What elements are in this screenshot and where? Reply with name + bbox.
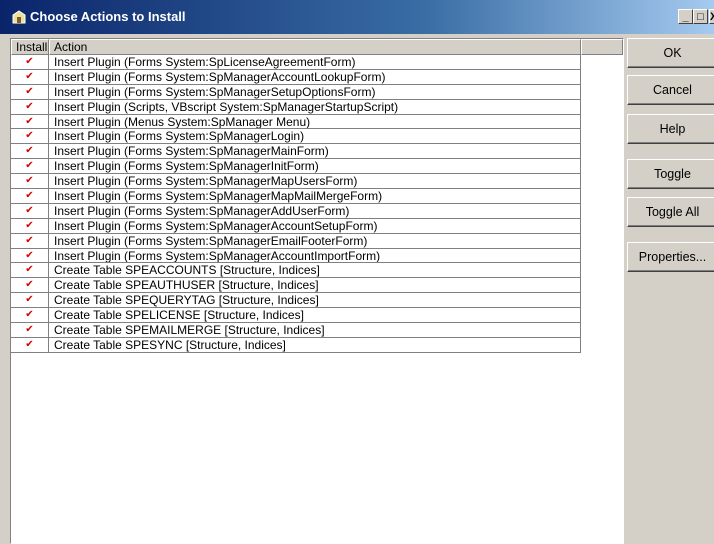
table-row[interactable]: ✔ Insert Plugin (Forms System:SpLicenseAg…: [11, 55, 581, 70]
action-label: Insert Plugin (Forms System:SpManagerMap…: [49, 189, 581, 203]
table-row[interactable]: ✔ Insert Plugin (Forms System:SpManagerMa…: [11, 144, 581, 160]
column-header-action[interactable]: Action: [49, 39, 581, 55]
action-label: Insert Plugin (Forms System:SpManagerMap…: [49, 174, 581, 189]
install-check-icon[interactable]: ✔: [11, 84, 49, 99]
action-label: Create Table SPEQUERYTAG [Structure, Ind…: [49, 293, 581, 308]
table-row[interactable]: ✔ Insert Plugin (Forms System:SpManagerAc…: [11, 69, 581, 85]
install-check-icon[interactable]: ✔: [11, 337, 49, 352]
action-label: Insert Plugin (Forms System:SpManagerEma…: [49, 233, 581, 248]
table-row[interactable]: ✔ Insert Plugin (Forms System:SpManagerSe…: [11, 84, 581, 100]
action-label: Insert Plugin (Menus System:SpManager Me…: [49, 114, 581, 129]
action-label: Insert Plugin (Forms System:SpManagerLog…: [49, 129, 581, 144]
install-check-icon[interactable]: ✔: [11, 263, 49, 278]
table-row[interactable]: ✔ Insert Plugin (Forms System:SpManagerMa…: [11, 174, 581, 190]
action-label: Create Table SPELICENSE [Structure, Indi…: [49, 308, 581, 323]
minimize-button[interactable]: _: [678, 9, 693, 24]
choose-actions-dialog: Choose Actions to Install _ □ X Install …: [0, 0, 714, 544]
install-check-icon[interactable]: ✔: [11, 189, 49, 203]
install-check-icon[interactable]: ✔: [11, 144, 49, 159]
table-row[interactable]: ✔ Create Table SPEMAILMERGE [Structure, I…: [11, 323, 581, 338]
table-row[interactable]: ✔ Insert Plugin (Forms System:SpManagerAc…: [11, 248, 581, 264]
install-check-icon[interactable]: ✔: [11, 323, 49, 337]
table-row[interactable]: ✔ Create Table SPEACCOUNTS [Structure, In…: [11, 263, 581, 279]
table-row[interactable]: ✔ Insert Plugin (Forms System:SpManagerMa…: [11, 189, 581, 204]
table-row[interactable]: ✔ Insert Plugin (Forms System:SpManagerAd…: [11, 203, 581, 219]
install-check-icon[interactable]: ✔: [11, 293, 49, 308]
table-row[interactable]: ✔ Insert Plugin (Forms System:SpManagerEm…: [11, 233, 581, 249]
actions-list[interactable]: Install Action ✔ Insert Plugin (Forms Sys…: [10, 38, 624, 544]
column-header-filler: [581, 39, 623, 55]
action-label: Insert Plugin (Forms System:SpManagerMai…: [49, 144, 581, 159]
ok-button[interactable]: OK: [627, 38, 714, 68]
action-label: Insert Plugin (Forms System:SpManagerAcc…: [49, 248, 581, 263]
table-row[interactable]: ✔ Create Table SPEQUERYTAG [Structure, In…: [11, 293, 581, 309]
install-check-icon[interactable]: ✔: [11, 278, 49, 293]
action-label: Create Table SPEACCOUNTS [Structure, Ind…: [49, 263, 581, 278]
toggle-button[interactable]: Toggle: [627, 159, 714, 189]
action-label: Insert Plugin (Forms System:SpLicenseAgr…: [49, 55, 581, 69]
install-check-icon[interactable]: ✔: [11, 55, 49, 69]
help-button[interactable]: Help: [627, 114, 714, 144]
install-check-icon[interactable]: ✔: [11, 248, 49, 263]
window-title: Choose Actions to Install: [30, 9, 186, 24]
properties-button[interactable]: Properties...: [627, 242, 714, 272]
action-label: Create Table SPEMAILMERGE [Structure, In…: [49, 323, 581, 337]
table-row[interactable]: ✔ Insert Plugin (Menus System:SpManager M…: [11, 114, 581, 130]
table-row[interactable]: ✔ Create Table SPEAUTHUSER [Structure, In…: [11, 278, 581, 294]
action-label: Insert Plugin (Forms System:SpManagerAcc…: [49, 69, 581, 84]
table-row[interactable]: ✔ Insert Plugin (Forms System:SpManagerIn…: [11, 159, 581, 175]
install-check-icon[interactable]: ✔: [11, 308, 49, 323]
maximize-button[interactable]: □: [693, 9, 708, 24]
install-check-icon[interactable]: ✔: [11, 129, 49, 144]
install-check-icon[interactable]: ✔: [11, 233, 49, 248]
column-header-install[interactable]: Install: [11, 39, 49, 55]
install-check-icon[interactable]: ✔: [11, 174, 49, 189]
action-label: Insert Plugin (Forms System:SpManagerIni…: [49, 159, 581, 174]
install-check-icon[interactable]: ✔: [11, 203, 49, 218]
toggle-all-button[interactable]: Toggle All: [627, 197, 714, 227]
table-row[interactable]: ✔ Create Table SPELICENSE [Structure, Ind…: [11, 308, 581, 324]
table-row[interactable]: ✔ Insert Plugin (Forms System:SpManagerAc…: [11, 218, 581, 234]
install-check-icon[interactable]: ✔: [11, 114, 49, 129]
install-check-icon[interactable]: ✔: [11, 159, 49, 174]
cancel-button[interactable]: Cancel: [627, 75, 714, 105]
action-label: Insert Plugin (Forms System:SpManagerAcc…: [49, 218, 581, 233]
table-row[interactable]: ✔ Insert Plugin (Forms System:SpManagerLo…: [11, 129, 581, 145]
install-check-icon[interactable]: ✔: [11, 69, 49, 84]
action-label: Insert Plugin (Forms System:SpManagerSet…: [49, 84, 581, 99]
list-rows: ✔ Insert Plugin (Forms System:SpLicenseAg…: [11, 55, 581, 353]
install-check-icon[interactable]: ✔: [11, 99, 49, 114]
action-label: Insert Plugin (Scripts, VBscript System:…: [49, 99, 581, 114]
app-icon: [12, 10, 26, 24]
table-row[interactable]: ✔ Create Table SPESYNC [Structure, Indice…: [11, 337, 581, 353]
install-check-icon[interactable]: ✔: [11, 218, 49, 233]
action-label: Create Table SPESYNC [Structure, Indices…: [49, 337, 581, 352]
title-bar[interactable]: Choose Actions to Install _ □ X: [0, 0, 714, 34]
table-row[interactable]: ✔ Insert Plugin (Scripts, VBscript System…: [11, 99, 581, 115]
action-label: Insert Plugin (Forms System:SpManagerAdd…: [49, 203, 581, 218]
list-header: Install Action: [11, 39, 623, 55]
close-button[interactable]: X: [709, 9, 714, 24]
action-label: Create Table SPEAUTHUSER [Structure, Ind…: [49, 278, 581, 293]
